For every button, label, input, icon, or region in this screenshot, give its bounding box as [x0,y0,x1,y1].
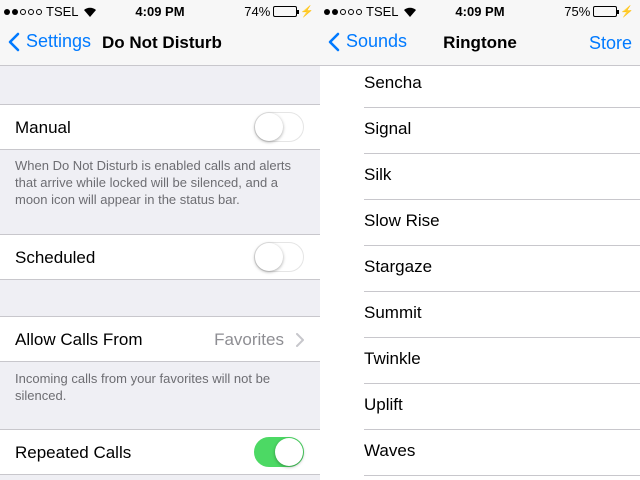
navigation-bar: Settings Do Not Disturb [0,22,320,66]
chevron-right-icon [296,333,304,347]
repeated-calls-label: Repeated Calls [15,443,132,462]
allow-calls-from-row[interactable]: Allow Calls From Favorites [0,316,320,362]
navigation-bar: Sounds Ringtone Store [320,22,640,66]
back-button[interactable]: Settings [8,31,91,52]
scheduled-label: Scheduled [15,248,96,267]
store-button[interactable]: Store [589,33,632,54]
manual-footer: When Do Not Disturb is enabled calls and… [15,158,292,207]
ringtone-name: Twinkle [364,349,421,368]
manual-row: Manual [0,104,320,150]
ringtone-name: Signal [364,119,412,138]
back-label: Settings [26,31,92,51]
ringtone-item[interactable]: Slow Rise [320,200,640,246]
ringtone-item[interactable]: Twinkle [320,338,640,384]
row-separator [364,475,640,476]
bolt-icon: ⚡ [620,6,634,18]
ringtone-item[interactable]: Uplift [320,384,640,430]
status-bar: TSEL 4:09 PM 74% ⚡ [0,0,320,22]
repeated-calls-toggle[interactable] [254,437,304,467]
allow-calls-label: Allow Calls From [15,330,143,349]
scheduled-row: Scheduled [0,234,320,280]
battery-icon [593,6,620,17]
page-title: Do Not Disturb [102,33,222,52]
ringtone-name: Uplift [364,395,403,414]
scheduled-toggle[interactable] [254,242,304,272]
repeated-calls-row: Repeated Calls [0,429,320,475]
manual-toggle[interactable] [254,112,304,142]
bolt-icon: ⚡ [300,6,314,18]
ringtone-item[interactable]: Signal [320,108,640,154]
do-not-disturb-screen: TSEL 4:09 PM 74% ⚡ Settings Do Not Distu… [0,0,320,480]
allow-calls-value: Favorites [214,330,284,349]
status-bar: TSEL 4:09 PM 75% ⚡ [320,0,640,22]
battery-icon [273,6,300,17]
allow-calls-footer: Incoming calls from your favorites will … [15,371,271,403]
ringtone-name: Waves [364,441,416,460]
chevron-left-icon [8,32,20,51]
ringtone-name: Sencha [364,73,422,92]
battery-percent: 74% [244,4,271,19]
ringtone-item[interactable]: Waves [320,430,640,476]
ringtone-item[interactable]: Sencha [320,62,640,108]
ringtone-screen: TSEL 4:09 PM 75% ⚡ Sounds Ringtone Store… [320,0,640,480]
ringtone-item[interactable]: Summit [320,292,640,338]
ringtone-name: Silk [364,165,392,184]
manual-label: Manual [15,118,71,137]
ringtone-item[interactable]: Silk [320,154,640,200]
ringtone-name: Summit [364,303,422,322]
ringtone-name: Stargaze [364,257,433,276]
battery-percent: 75% [564,4,591,19]
ringtone-name: Slow Rise [364,211,440,230]
ringtone-item[interactable]: Stargaze [320,246,640,292]
